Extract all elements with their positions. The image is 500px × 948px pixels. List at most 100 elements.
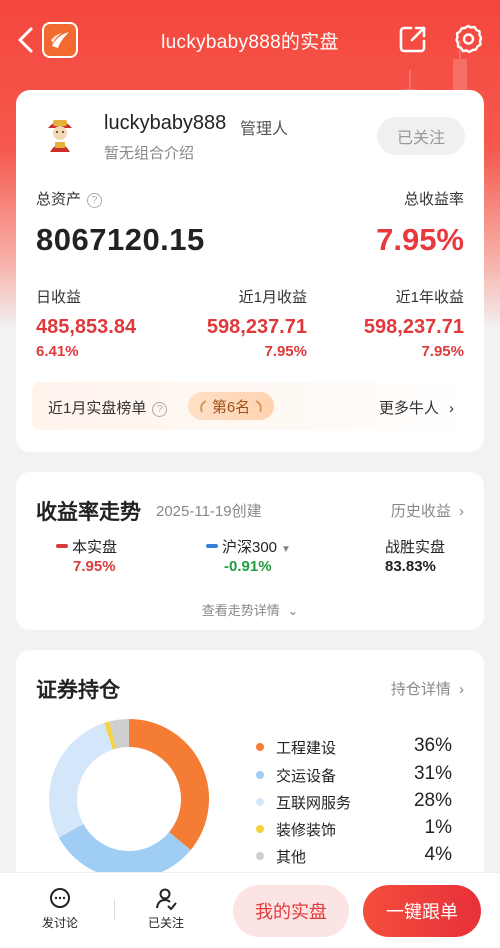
portfolio-intro: 暂无组合介绍 [104, 145, 195, 162]
holding-name: 其他 [276, 849, 307, 866]
history-returns-link[interactable]: 历史收益 › [391, 500, 464, 521]
legend-beat-rate-value: 83.83% [385, 558, 436, 575]
logo-mark-icon [51, 32, 69, 48]
donut-slice-0 [128, 719, 209, 850]
back-icon[interactable] [14, 26, 38, 54]
followed-label: 已关注 [147, 916, 184, 930]
share-icon[interactable] [398, 24, 428, 54]
gear-icon[interactable] [452, 23, 484, 55]
total-assets-value: 8067120.15 [36, 222, 205, 257]
caret-down-icon: ▼ [281, 544, 291, 555]
holding-pct: 28% [413, 790, 452, 811]
holding-row: 装修装饰 1% [256, 817, 452, 840]
daily-profit-label: 日收益 [36, 289, 82, 306]
month-profit-label: 近1月收益 [238, 289, 307, 306]
month-profit-value: 598,237.71 [206, 316, 307, 338]
legend-dot-icon [256, 743, 264, 751]
holdings-card: 证券持仓 持仓详情 › 工程建设 36% 交运设备 31% 互联网服务 28% 装修装饰 1%… [16, 650, 484, 890]
legend-benchmark-value: -0.91% [224, 558, 272, 575]
help-icon[interactable]: ? [87, 193, 103, 208]
ranking-label-row: 近1月实盘榜单? [48, 397, 168, 418]
legend-dot-icon [256, 852, 264, 860]
holding-name: 装修装饰 [276, 822, 337, 839]
holding-row: 互联网服务 28% [256, 790, 452, 813]
month-profit-pct: 7.95% [264, 343, 307, 360]
chevron-right-icon: › [459, 681, 464, 698]
user-check-icon [156, 888, 177, 911]
holding-name: 互联网服务 [276, 795, 352, 812]
legend-dot-icon [256, 825, 264, 833]
app-logo [42, 22, 78, 58]
holdings-detail-link[interactable]: 持仓详情 › [391, 678, 464, 699]
created-date: 2025-11-19创建 [156, 503, 262, 520]
page-title: luckybaby888的实盘 [161, 31, 339, 53]
legend-portfolio-name: 本实盘 [72, 539, 118, 556]
help-icon[interactable]: ? [152, 402, 168, 417]
legend-benchmark-name: 沪深300 [222, 539, 278, 556]
discuss-button[interactable]: 发讨论 [25, 887, 95, 931]
rank-badge: 第6名 [188, 392, 274, 420]
holding-pct: 31% [413, 763, 452, 784]
trend-title: 收益率走势 [36, 501, 141, 524]
top-bar: luckybaby888的实盘 [0, 0, 500, 80]
portfolio-summary-card: luckybaby888 管理人 暂无组合介绍 已关注 总资产? 总收益率 80… [16, 90, 484, 452]
holdings-detail-label: 持仓详情 [390, 681, 451, 698]
rank-value: 第6名 [211, 398, 251, 416]
donut-slice-1 [58, 823, 191, 879]
legend-benchmark[interactable]: 沪深300 ▼ [206, 536, 291, 557]
legend-portfolio: 本实盘 [56, 536, 117, 557]
legend-beat-rate: 战胜实盘 [385, 539, 446, 556]
return-trend-card: 收益率走势 2025-11-19创建 历史收益 › 本实盘 7.95% 沪深30… [16, 472, 484, 630]
my-portfolio-button[interactable]: 我的实盘 [233, 885, 349, 937]
followed-toggle[interactable]: 已关注 [131, 887, 201, 931]
legend-line-icon [206, 544, 218, 548]
bottom-action-bar: 发讨论 已关注 我的实盘 一键跟单 [0, 872, 500, 948]
donut-slice-4 [109, 719, 130, 749]
holding-row: 其他 4% [256, 844, 452, 867]
holding-pct: 1% [424, 817, 452, 838]
chevron-right-icon: › [449, 400, 454, 417]
legend-portfolio-value: 7.95% [73, 558, 116, 575]
chevron-right-icon: › [459, 503, 464, 520]
view-trend-details-link[interactable]: 查看走势详情 ⌄ [16, 600, 484, 619]
history-returns-label: 历史收益 [390, 503, 451, 520]
username[interactable]: luckybaby888 [104, 112, 226, 135]
more-experts-link[interactable]: 更多牛人 › [379, 397, 454, 418]
ranking-label: 近1月实盘榜单 [48, 400, 147, 417]
daily-profit-value: 485,853.84 [36, 316, 137, 338]
total-assets-label: 总资产 [36, 191, 82, 208]
view-trend-details-label: 查看走势详情 [201, 603, 280, 618]
holding-pct: 4% [424, 844, 452, 865]
total-rate-value: 7.95% [376, 222, 464, 257]
holding-row: 交运设备 31% [256, 763, 452, 786]
chevron-down-icon: ⌄ [287, 603, 299, 618]
donut-slice-3 [104, 721, 117, 750]
discuss-label: 发讨论 [41, 916, 78, 930]
laurel-left-icon [199, 400, 207, 413]
daily-profit-pct: 6.41% [36, 343, 79, 360]
holding-pct: 36% [413, 735, 452, 756]
year-profit-label: 近1年收益 [395, 289, 464, 306]
holding-name: 交运设备 [276, 768, 337, 785]
year-profit-value: 598,237.71 [363, 316, 464, 338]
holdings-title: 证券持仓 [36, 679, 120, 702]
divider [114, 899, 115, 921]
total-assets-label-row: 总资产? [36, 188, 103, 209]
legend-dot-icon [256, 798, 264, 806]
laurel-right-icon [255, 400, 263, 413]
followed-button[interactable]: 已关注 [377, 117, 465, 155]
total-rate-label: 总收益率 [403, 191, 464, 208]
more-experts-label: 更多牛人 [378, 400, 439, 417]
ranking-strip[interactable]: 近1月实盘榜单? 第6名 更多牛人 › [32, 382, 468, 430]
legend-dot-icon [256, 771, 264, 779]
role-label: 管理人 [240, 121, 289, 138]
legend-line-icon [56, 544, 68, 548]
avatar[interactable] [38, 112, 82, 156]
holding-name: 工程建设 [276, 740, 337, 757]
one-click-follow-button[interactable]: 一键跟单 [363, 885, 481, 937]
chat-bubble-icon [50, 888, 70, 908]
donut-slice-2 [49, 722, 114, 838]
year-profit-pct: 7.95% [421, 343, 464, 360]
holding-row: 工程建设 36% [256, 735, 452, 758]
holdings-donut-chart [49, 719, 209, 879]
